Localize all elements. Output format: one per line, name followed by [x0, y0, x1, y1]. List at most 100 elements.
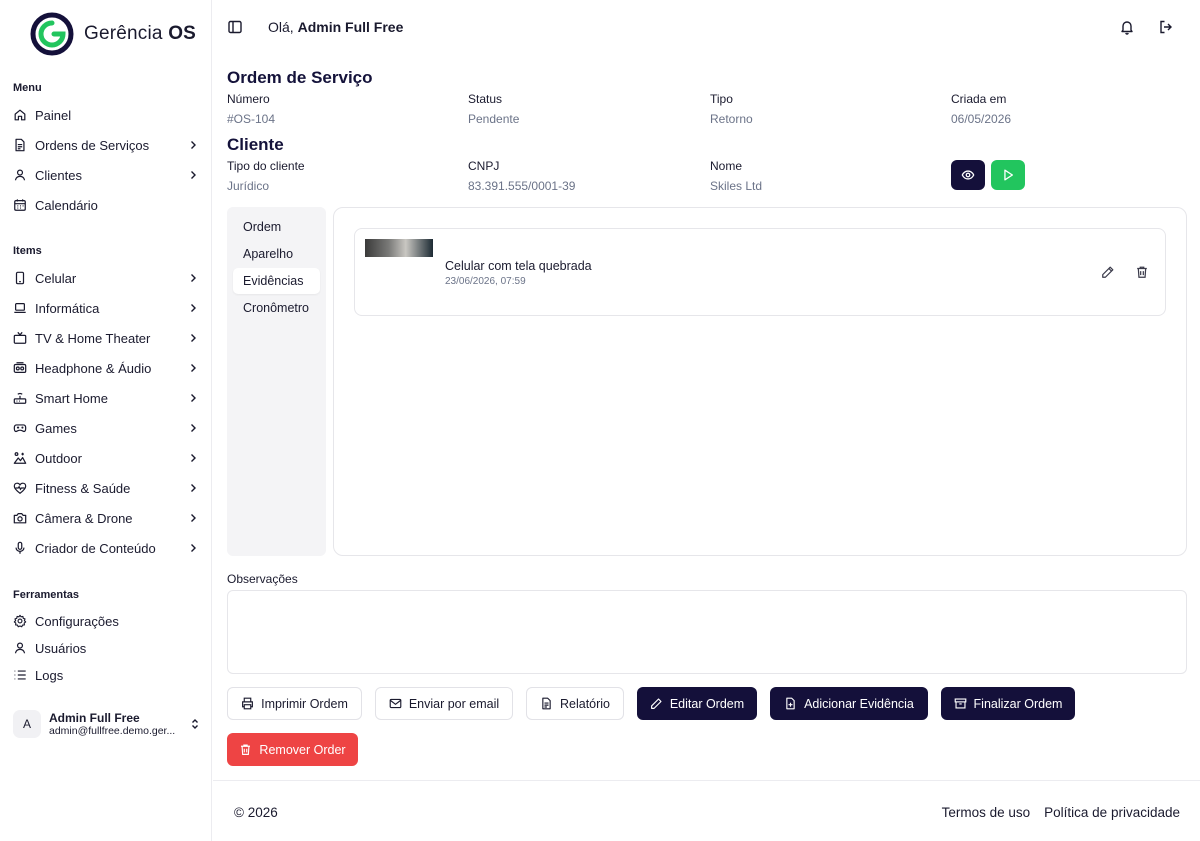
outdoor-icon [13, 452, 27, 464]
send-email-button[interactable]: Enviar por email [375, 687, 513, 720]
add-evidence-button[interactable]: Adicionar Evidência [770, 687, 928, 720]
play-icon [1004, 169, 1014, 181]
field-cnpj: CNPJ 83.391.555/0001-39 [468, 159, 575, 193]
pencil-icon[interactable] [1101, 265, 1115, 279]
sidebar-item-informatica[interactable]: Informática [13, 295, 199, 321]
field-label: Tipo do cliente [227, 159, 305, 173]
sidebar-item-label: Informática [35, 300, 100, 316]
sidebar-item-usuarios[interactable]: Usuários [13, 635, 199, 661]
sidebar-item-fitness[interactable]: Fitness & Saúde [13, 475, 199, 501]
gear-icon [13, 614, 27, 628]
tab-cronometro[interactable]: Cronômetro [233, 295, 320, 321]
user-menu[interactable]: A Admin Full Free admin@fullfree.demo.ge… [13, 706, 201, 742]
button-label: Imprimir Ordem [261, 696, 348, 711]
button-label: Enviar por email [408, 696, 500, 711]
sidebar-item-celular[interactable]: Celular [13, 265, 199, 291]
sidebar-item-label: Usuários [35, 640, 87, 656]
sidebar-item-camera[interactable]: Câmera & Drone [13, 505, 199, 531]
user-name: Admin Full Free [49, 711, 140, 725]
field-label: Número [227, 92, 270, 106]
observations-label: Observações [227, 572, 298, 586]
sidebar-item-label: Smart Home [35, 390, 108, 406]
sidebar-item-label: Clientes [35, 167, 82, 183]
heart-pulse-icon [13, 482, 27, 495]
privacy-link[interactable]: Política de privacidade [1044, 805, 1180, 820]
sidebar-item-painel[interactable]: Painel [13, 102, 199, 128]
observations-textarea[interactable] [227, 590, 1187, 674]
sidebar-item-label: Configurações [35, 613, 119, 629]
sidebar-item-ordens[interactable]: Ordens de Serviços [13, 132, 199, 158]
sidebar-item-configuracoes[interactable]: Configurações [13, 608, 199, 634]
speaker-icon [13, 362, 27, 373]
router-icon [13, 392, 27, 404]
sidebar-item-criador[interactable]: Criador de Conteúdo [13, 535, 199, 561]
client-title: Cliente [227, 135, 284, 154]
top-header: Olá, Admin Full Free [213, 0, 1200, 54]
pencil-icon [650, 698, 662, 709]
chevron-right-icon [191, 484, 196, 492]
logo[interactable]: Gerência OS [30, 12, 196, 56]
chevron-right-icon [191, 424, 196, 432]
tab-aparelho[interactable]: Aparelho [233, 241, 320, 267]
field-value: 83.391.555/0001-39 [468, 179, 576, 193]
tab-ordem[interactable]: Ordem [233, 214, 320, 240]
chevron-right-icon [191, 141, 196, 149]
field-nome: Nome Skiles Ltd [710, 159, 762, 193]
copyright: © 2026 [234, 805, 278, 820]
sidebar-item-smart-home[interactable]: Smart Home [13, 385, 199, 411]
tab-evidencias[interactable]: Evidências [233, 268, 320, 294]
evidence-title: Celular com tela quebrada [445, 259, 592, 273]
trash-icon[interactable] [1135, 265, 1149, 279]
evidence-thumbnail[interactable] [365, 239, 433, 257]
field-status: Status Pendente [468, 92, 519, 126]
print-order-button[interactable]: Imprimir Ordem [227, 687, 362, 720]
sidebar-item-label: Logs [35, 667, 64, 683]
terms-link[interactable]: Termos de uso [942, 805, 1031, 820]
chevron-right-icon [191, 364, 196, 372]
logo-text: Gerência OS [84, 23, 197, 44]
sidebar-item-logs[interactable]: Logs [13, 662, 199, 688]
play-button[interactable] [991, 160, 1025, 190]
sidebar-item-calendario[interactable]: Calendário [13, 192, 199, 218]
report-button[interactable]: Relatório [526, 687, 624, 720]
edit-order-button[interactable]: Editar Ordem [637, 687, 757, 720]
field-tipo: Tipo Retorno [710, 92, 753, 126]
button-label: Remover Order [259, 742, 346, 757]
field-value: Retorno [710, 112, 753, 126]
chevron-right-icon [191, 334, 196, 342]
evidence-date: 23/06/2026, 07:59 [445, 276, 526, 287]
button-label: Finalizar Ordem [973, 696, 1063, 711]
sidebar-item-tv[interactable]: TV & Home Theater [13, 325, 199, 351]
sidebar-item-label: Outdoor [35, 450, 82, 466]
field-criada-em: Criada em 06/05/2026 [951, 92, 1011, 126]
chevrons-up-down-icon [192, 719, 198, 729]
order-title: Ordem de Serviço [227, 68, 373, 87]
bell-icon[interactable] [1119, 19, 1135, 35]
view-client-button[interactable] [951, 160, 985, 190]
button-label: Relatório [559, 696, 611, 711]
sidebar-item-outdoor[interactable]: Outdoor [13, 445, 199, 471]
sidebar-item-clientes[interactable]: Clientes [13, 162, 199, 188]
sidebar-item-label: Games [35, 420, 77, 436]
sidebar-item-label: Painel [35, 107, 72, 123]
remove-order-button[interactable]: Remover Order [227, 733, 358, 766]
field-numero: Número #OS-104 [227, 92, 275, 126]
chevron-right-icon [191, 544, 196, 552]
sidebar-toggle-icon[interactable] [227, 19, 243, 35]
home-icon [14, 109, 26, 121]
sidebar-item-headphone[interactable]: Headphone & Áudio [13, 355, 199, 381]
finish-order-button[interactable]: Finalizar Ordem [941, 687, 1075, 720]
field-tipo-cliente: Tipo do cliente Jurídico [227, 159, 305, 193]
sidebar-item-label: Câmera & Drone [35, 510, 133, 526]
chevron-right-icon [191, 304, 196, 312]
user-email: admin@fullfree.demo.ger... [49, 725, 176, 737]
sidebar-item-label: Criador de Conteúdo [35, 540, 156, 556]
greeting: Olá, Admin Full Free [268, 19, 404, 35]
sidebar-item-games[interactable]: Games [13, 415, 199, 441]
field-label: Tipo [710, 92, 733, 106]
file-plus-icon [786, 697, 795, 710]
items-section-label: Items [13, 245, 42, 257]
evidence-card[interactable]: Celular com tela quebrada 23/06/2026, 07… [354, 228, 1166, 316]
field-value: #OS-104 [227, 112, 276, 126]
logout-icon[interactable] [1158, 19, 1174, 35]
